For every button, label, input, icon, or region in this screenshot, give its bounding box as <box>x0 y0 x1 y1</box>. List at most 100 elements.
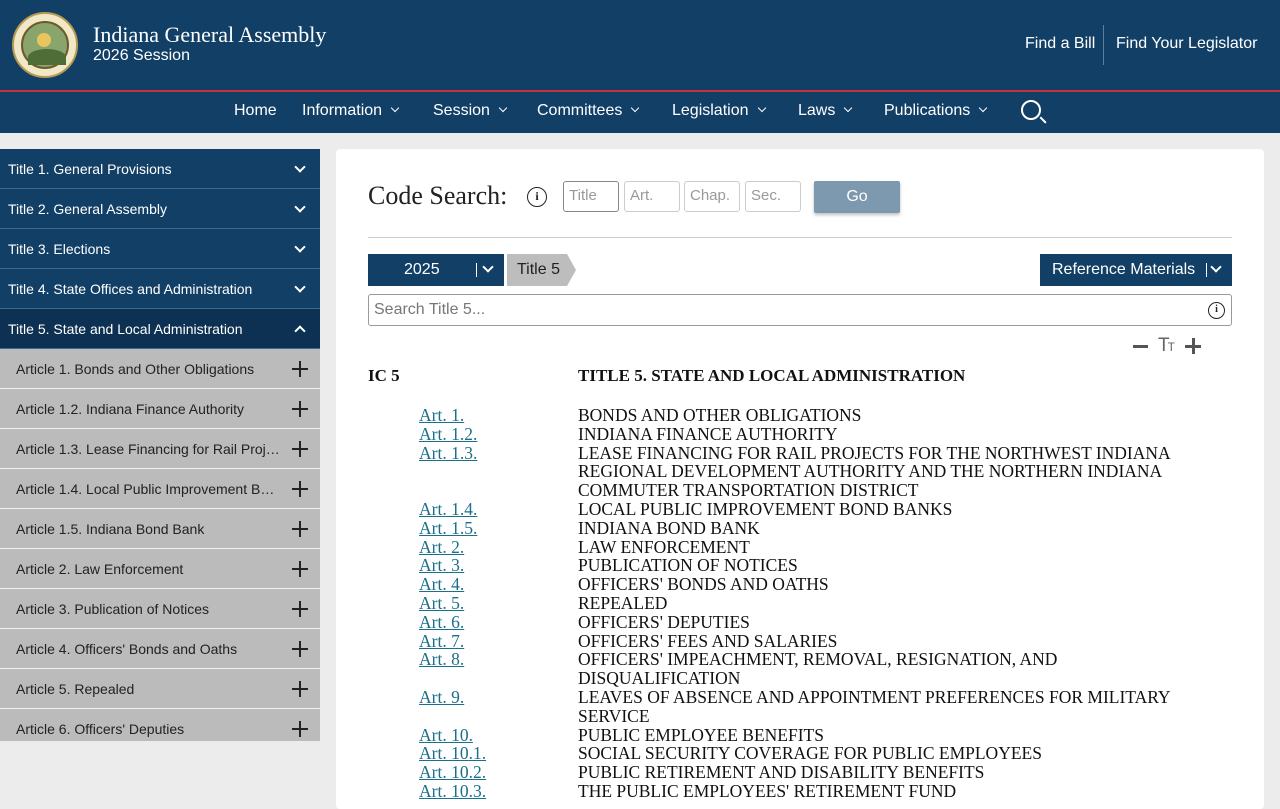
chevron-down-icon <box>979 103 988 113</box>
select-separator <box>1206 263 1207 277</box>
sidebar-article[interactable]: Article 6. Officers' Deputies <box>0 709 320 741</box>
article-row: Art. 1.3. LEASE FINANCING FOR RAIL PROJEC… <box>368 442 1232 501</box>
font-increase-icon[interactable] <box>1185 338 1201 354</box>
article-description: LEASE FINANCING FOR RAIL PROJECTS FOR TH… <box>578 442 1170 501</box>
article-description: OFFICERS' DEPUTIES <box>578 611 750 632</box>
sidebar-article[interactable]: Article 1.2. Indiana Finance Authority <box>0 389 320 429</box>
sidebar-title-2[interactable]: Title 2. General Assembly <box>0 189 320 229</box>
expand-plus-icon <box>292 721 308 737</box>
nav-session[interactable]: Session <box>433 102 508 120</box>
info-icon[interactable]: i <box>1208 302 1225 319</box>
search-icon[interactable] <box>1021 100 1041 120</box>
article-link[interactable]: Art. 9. <box>368 688 578 726</box>
article-row: Art. 10.3. THE PUBLIC EMPLOYEES' RETIREME… <box>368 782 1232 801</box>
title-input[interactable]: Title <box>563 181 619 212</box>
article-row: Art. 1.5. INDIANA BOND BANK <box>368 517 1232 538</box>
article-link[interactable]: Art. 5. <box>368 594 578 613</box>
session-label: 2026 Session <box>93 47 190 64</box>
main-content: Code Search: i Title Art. Chap. Sec. Go … <box>336 149 1264 809</box>
chevron-down-icon <box>294 161 306 173</box>
sidebar-article[interactable]: Article 1.5. Indiana Bond Bank <box>0 509 320 549</box>
breadcrumb[interactable]: Title 5 <box>507 254 576 286</box>
sidebar-article[interactable]: Article 5. Repealed <box>0 669 320 709</box>
article-link[interactable]: Art. 6. <box>368 612 578 632</box>
chevron-down-icon <box>294 281 306 293</box>
article-description: LOCAL PUBLIC IMPROVEMENT BOND BANKS <box>578 498 953 519</box>
sidebar-article[interactable]: Article 1. Bonds and Other Obligations <box>0 349 320 389</box>
article-row: Art. 4. OFFICERS' BONDS AND OATHS <box>368 575 1232 594</box>
article-link[interactable]: Art. 10. <box>368 725 578 745</box>
sidebar-title-4[interactable]: Title 4. State Offices and Administratio… <box>0 269 320 309</box>
article-link[interactable]: Art. 7. <box>368 631 578 651</box>
article-link[interactable]: Art. 1. <box>368 406 578 425</box>
chevron-down-icon <box>844 103 853 113</box>
expand-plus-icon <box>292 521 308 537</box>
go-button[interactable]: Go <box>814 181 900 213</box>
article-link[interactable]: Art. 10.3. <box>368 782 578 801</box>
expand-plus-icon <box>292 361 308 377</box>
article-description: INDIANA FINANCE AUTHORITY <box>578 423 838 444</box>
article-description: LEAVES OF ABSENCE AND APPOINTMENT PREFER… <box>578 686 1170 726</box>
main-nav: Home Information Session Committees Legi… <box>0 92 1280 133</box>
article-description: INDIANA BOND BANK <box>578 517 760 538</box>
article-link[interactable]: Art. 2. <box>368 537 578 557</box>
article-description: REPEALED <box>578 592 668 613</box>
article-link[interactable]: Art. 1.3. <box>368 443 578 500</box>
article-row: Art. 9. LEAVES OF ABSENCE AND APPOINTMENT… <box>368 688 1232 726</box>
sidebar-article[interactable]: Article 4. Officers' Bonds and Oaths <box>0 629 320 669</box>
chevron-down-icon <box>1210 261 1222 273</box>
title-search-input[interactable]: Search Title 5... <box>368 294 1232 326</box>
article-link[interactable]: Art. 3. <box>368 556 578 575</box>
article-description: BONDS AND OTHER OBLIGATIONS <box>578 405 862 425</box>
chapter-input[interactable]: Chap. <box>684 181 740 212</box>
sidebar-article[interactable]: Article 3. Publication of Notices <box>0 589 320 629</box>
font-size-icon[interactable]: TT <box>1158 335 1175 357</box>
find-your-legislator-link[interactable]: Find Your Legislator <box>1116 35 1257 53</box>
chevron-down-icon <box>390 103 400 113</box>
article-row: Art. 5. REPEALED <box>368 594 1232 613</box>
find-a-bill-link[interactable]: Find a Bill <box>1025 35 1095 53</box>
nav-laws[interactable]: Laws <box>798 102 853 120</box>
article-link[interactable]: Art. 10.1. <box>368 744 578 763</box>
article-row: Art. 1.2. INDIANA FINANCE AUTHORITY <box>368 423 1232 444</box>
article-link[interactable]: Art. 1.4. <box>368 500 578 519</box>
section-input[interactable]: Sec. <box>745 181 801 212</box>
sidebar-title-5[interactable]: Title 5. State and Local Administration <box>0 309 320 349</box>
article-description: PUBLIC RETIREMENT AND DISABILITY BENEFIT… <box>578 762 985 783</box>
state-seal-icon[interactable] <box>12 12 78 78</box>
article-link[interactable]: Art. 1.2. <box>368 424 578 444</box>
article-row: Art. 8. OFFICERS' IMPEACHMENT, REMOVAL, R… <box>368 650 1232 688</box>
sidebar-article[interactable]: Article 1.4. Local Public Improvement Bo… <box>0 469 320 509</box>
expand-plus-icon <box>292 481 308 497</box>
expand-plus-icon <box>292 401 308 417</box>
nav-home[interactable]: Home <box>234 102 277 120</box>
nav-publications[interactable]: Publications <box>884 102 988 120</box>
sidebar-article[interactable]: Article 1.3. Lease Financing for Rail Pr… <box>0 429 320 469</box>
expand-plus-icon <box>292 681 308 697</box>
article-row: Art. 10.2. PUBLIC RETIREMENT AND DISABILI… <box>368 763 1232 782</box>
select-separator <box>476 263 477 277</box>
nav-information[interactable]: Information <box>302 102 400 120</box>
reference-materials-dropdown[interactable]: Reference Materials <box>1040 254 1232 286</box>
chevron-down-icon <box>757 103 766 113</box>
nav-legislation[interactable]: Legislation <box>672 102 766 120</box>
font-decrease-icon[interactable] <box>1133 345 1148 348</box>
nav-committees[interactable]: Committees <box>537 102 640 120</box>
reference-label: Reference Materials <box>1052 261 1196 278</box>
year-select[interactable]: 2025 <box>368 254 504 286</box>
sidebar-title-1[interactable]: Title 1. General Provisions <box>0 149 320 189</box>
sidebar-article[interactable]: Article 2. Law Enforcement <box>0 549 320 589</box>
info-icon[interactable]: i <box>527 187 547 207</box>
article-input[interactable]: Art. <box>624 181 680 212</box>
article-description: PUBLIC EMPLOYEE BENEFITS <box>578 724 824 745</box>
site-title[interactable]: Indiana General Assembly <box>93 22 326 48</box>
chevron-down-icon <box>294 201 306 213</box>
article-row: Art. 1. BONDS AND OTHER OBLIGATIONS <box>368 406 1232 425</box>
article-link[interactable]: Art. 1.5. <box>368 518 578 538</box>
sidebar-title-3[interactable]: Title 3. Elections <box>0 229 320 269</box>
article-link[interactable]: Art. 4. <box>368 575 578 594</box>
header-divider <box>1103 25 1104 65</box>
article-description: OFFICERS' FEES AND SALARIES <box>578 630 838 651</box>
article-link[interactable]: Art. 8. <box>368 650 578 688</box>
article-link[interactable]: Art. 10.2. <box>368 763 578 782</box>
